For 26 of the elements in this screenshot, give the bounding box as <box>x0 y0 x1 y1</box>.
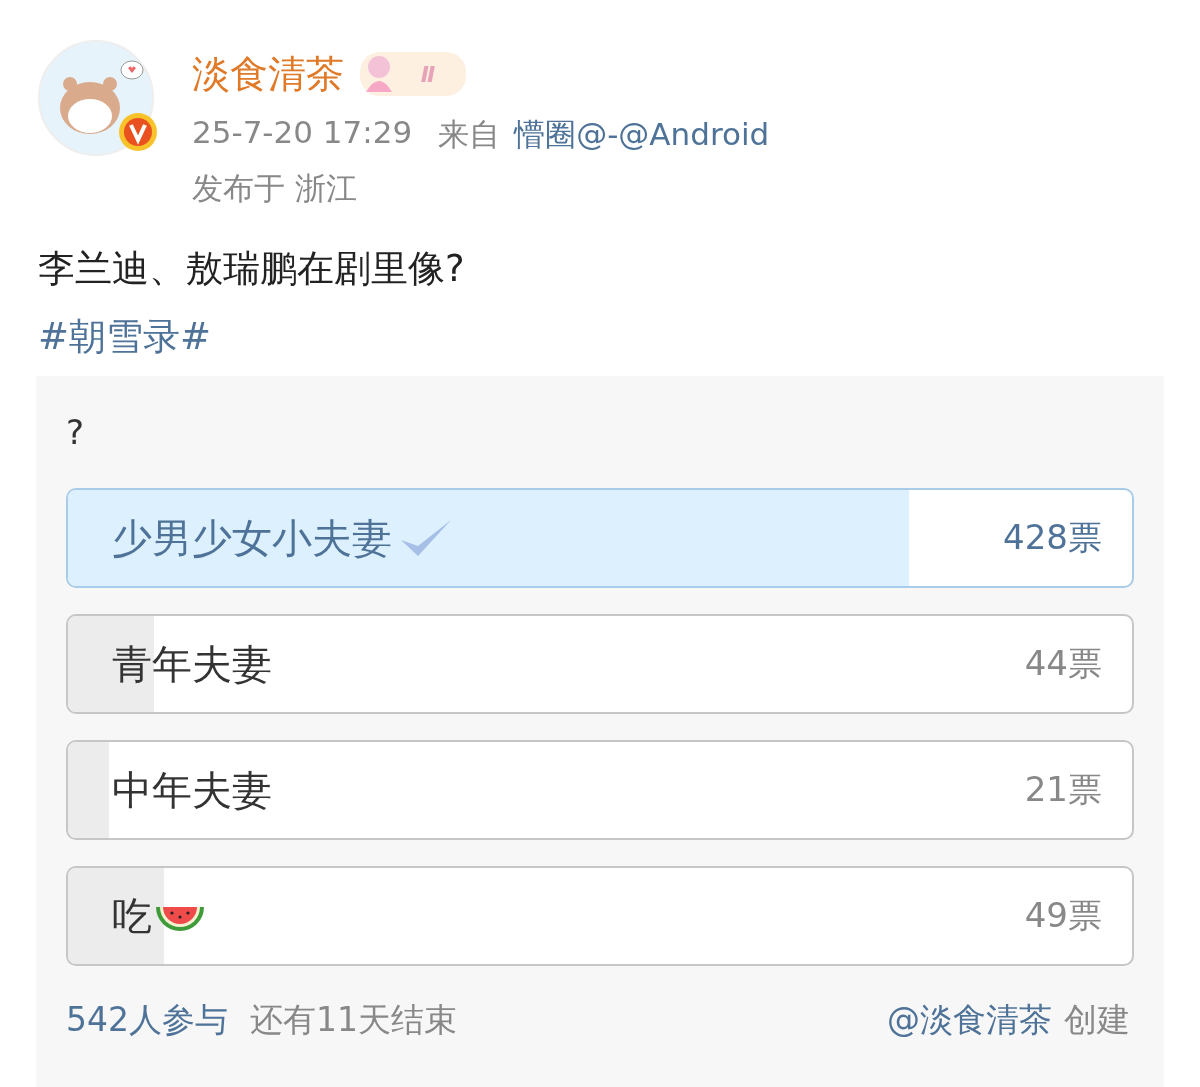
source-label: 来自 <box>438 115 501 154</box>
vote-count: 21票 <box>1024 768 1102 811</box>
poll-option[interactable]: 中年夫妻 21票 <box>66 740 1134 840</box>
created-label: 创建 <box>1064 999 1130 1041</box>
poll-option[interactable]: 吃 49票 <box>66 866 1134 966</box>
post-location: 发布于 浙江 <box>192 169 358 208</box>
time-remaining: 还有11天结束 <box>250 999 457 1041</box>
poll-option[interactable]: 少男少女小夫妻 428票 <box>66 488 1134 588</box>
poll-option[interactable]: 青年夫妻 44票 <box>66 614 1134 714</box>
option-label: 中年夫妻 <box>112 765 272 815</box>
poll-question: ? <box>66 412 86 452</box>
vote-count: 49票 <box>1024 894 1102 937</box>
avatar[interactable] <box>38 40 154 156</box>
option-label: 少男少女小夫妻 <box>112 513 392 563</box>
option-label: 吃 <box>112 891 152 941</box>
hashtag-link[interactable]: #朝雪录# <box>38 312 211 362</box>
source-link[interactable]: 懵圈@-@Android <box>514 114 770 156</box>
post-text: 李兰迪、敖瑞鹏在剧里像? <box>38 246 466 292</box>
post-time: 25-7-20 17:29 <box>192 114 413 152</box>
author-name[interactable]: 淡食清茶 <box>192 48 344 100</box>
vote-count: 428票 <box>1003 516 1102 559</box>
creator-link[interactable]: @淡食清茶 <box>887 998 1052 1043</box>
participant-count: 542人参与 <box>66 999 228 1041</box>
option-label: 青年夫妻 <box>112 639 272 689</box>
member-badge: Ⅱ <box>360 52 466 96</box>
vote-count: 44票 <box>1024 642 1102 685</box>
